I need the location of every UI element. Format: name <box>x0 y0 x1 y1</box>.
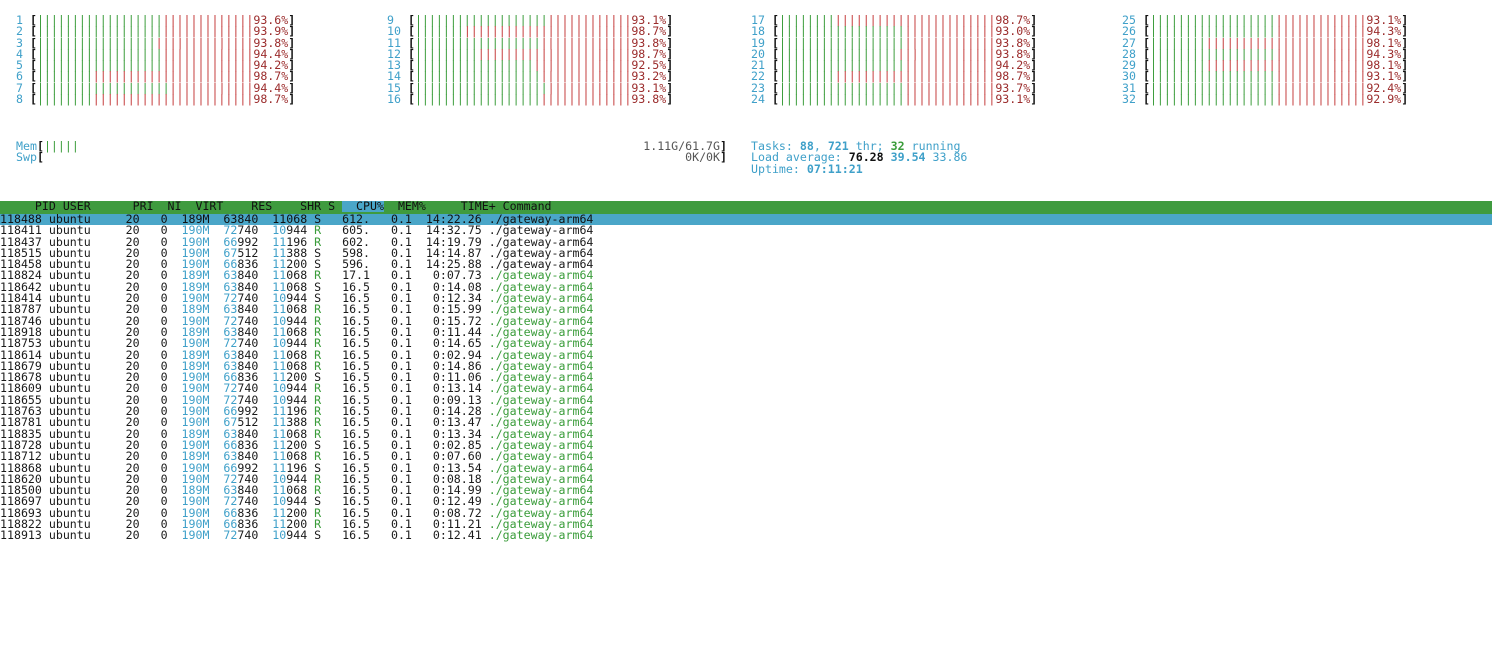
column-header-pid[interactable]: PID <box>0 200 56 212</box>
cpu-bar-user: |||||||||||||||||| <box>414 92 541 107</box>
cell-user: ubuntu <box>41 528 105 543</box>
cpu-column-4: 25 [|||||||||||||||||||||||||||||||93.1%… <box>1122 14 1409 107</box>
cpu-column-1: 1 [|||||||||||||||||||||||||||||||93.6%]… <box>16 14 296 107</box>
cpu-percent: 98.7% <box>253 92 289 107</box>
uptime-line: Uptime: 07:11:21 <box>751 161 863 176</box>
cpu-meter-8: 8 [|||||||||||||||||||||||||||||||98.7%] <box>16 92 296 107</box>
mem-meter: Mem[||||| Swp[ <box>16 139 79 165</box>
cpu-bar-user: |||||||| <box>36 92 93 107</box>
cpu-bar-kernel: ||||||||||||| <box>540 92 632 107</box>
cpu-id: 24 <box>751 92 772 107</box>
cpu-id: 16 <box>387 92 408 107</box>
meter-open-bracket: [ <box>29 92 37 107</box>
cell-mem: 0.1 <box>370 528 412 543</box>
column-header-ni[interactable]: NI <box>154 200 182 212</box>
process-row[interactable]: 118913 ubuntu 20 0 190M 72740 10944 S 16… <box>0 528 1492 543</box>
swp-value: 0K/0K <box>685 150 721 165</box>
uptime-value: 07:11:21 <box>806 161 863 176</box>
cpu-id: 8 <box>16 92 30 107</box>
column-header-user[interactable]: USER <box>56 200 119 212</box>
cpu-column-2: 9 [|||||||||||||||||||||||||||||||93.1%]… <box>387 14 674 107</box>
meter-open-bracket: [ <box>407 92 415 107</box>
cell-virt: 190M <box>167 528 210 543</box>
column-header-s[interactable]: S <box>321 200 342 212</box>
process-list[interactable]: 118488 ubuntu 20 0 189M 63840 11068 S 61… <box>0 213 1492 543</box>
cpu-meter-16: 16 [|||||||||||||||||||||||||||||||93.8%… <box>387 92 674 107</box>
cpu-meter-24: 24 [|||||||||||||||||||||||||||||||93.1%… <box>751 92 1038 107</box>
column-header-command[interactable]: Command <box>496 200 615 212</box>
cpu-column-3: 17 [|||||||||||||||||||||||||||||||98.7%… <box>751 14 1038 107</box>
column-header-shr[interactable]: SHR <box>272 200 321 212</box>
htop-terminal: 1 [|||||||||||||||||||||||||||||||93.6%]… <box>0 0 1492 662</box>
column-header-mem[interactable]: MEM% <box>384 200 426 212</box>
load-15: 33.86 <box>932 150 968 165</box>
cpu-bar-kernel: ||||||||||||||||||||||| <box>92 92 254 107</box>
load-5: 39.54 <box>890 150 926 165</box>
cpu-percent: 93.8% <box>631 92 667 107</box>
column-header-virt[interactable]: VIRT <box>182 200 223 212</box>
meter-close-bracket: ] <box>1401 92 1409 107</box>
meter-close-bracket: ] <box>666 92 674 107</box>
cpu-id: 32 <box>1122 92 1143 107</box>
column-header-cpu[interactable]: CPU% <box>342 200 384 213</box>
cell-cpu: 16.5 <box>328 528 371 543</box>
system-info: Tasks: 88, 721 thr; 32 running Load aver… <box>751 140 968 176</box>
column-header-time[interactable]: TIME+ <box>426 200 496 212</box>
column-header-res[interactable]: RES <box>223 200 272 212</box>
cpu-bar-kernel: ||||||||||||| <box>904 92 996 107</box>
cpu-percent: 92.9% <box>1366 92 1402 107</box>
cell-time: 0:12.41 <box>411 528 482 543</box>
cpu-bar-user: |||||||||||||||||| <box>1149 92 1276 107</box>
cpu-bar-user: |||||||||||||||||| <box>778 92 905 107</box>
cell-res: 72740 <box>209 528 259 543</box>
swp-label: Swp <box>16 150 37 165</box>
meter-close-bracket: ] <box>1030 92 1038 107</box>
cell-s: S <box>307 528 329 543</box>
meter-open-bracket: [ <box>1142 92 1150 107</box>
cell-ni: 0 <box>139 528 168 543</box>
cpu-meter-32: 32 [|||||||||||||||||||||||||||||||92.9%… <box>1122 92 1409 107</box>
meter-open-bracket: [ <box>771 92 779 107</box>
cell-command: ./gateway-arm64 <box>481 528 601 543</box>
cell-shr: 10944 <box>258 528 308 543</box>
meter-close-bracket: ] <box>288 92 296 107</box>
mem-values: 1.11G/61.7G] 0K/0K] <box>643 139 727 165</box>
mem-bar: ||||| <box>43 139 79 153</box>
cell-pri: 20 <box>104 528 140 543</box>
column-header-pri[interactable]: PRI <box>119 200 154 212</box>
cpu-bar-kernel: ||||||||||||| <box>1275 92 1367 107</box>
cell-pid: 118913 <box>0 528 42 543</box>
cpu-percent: 93.1% <box>995 92 1031 107</box>
